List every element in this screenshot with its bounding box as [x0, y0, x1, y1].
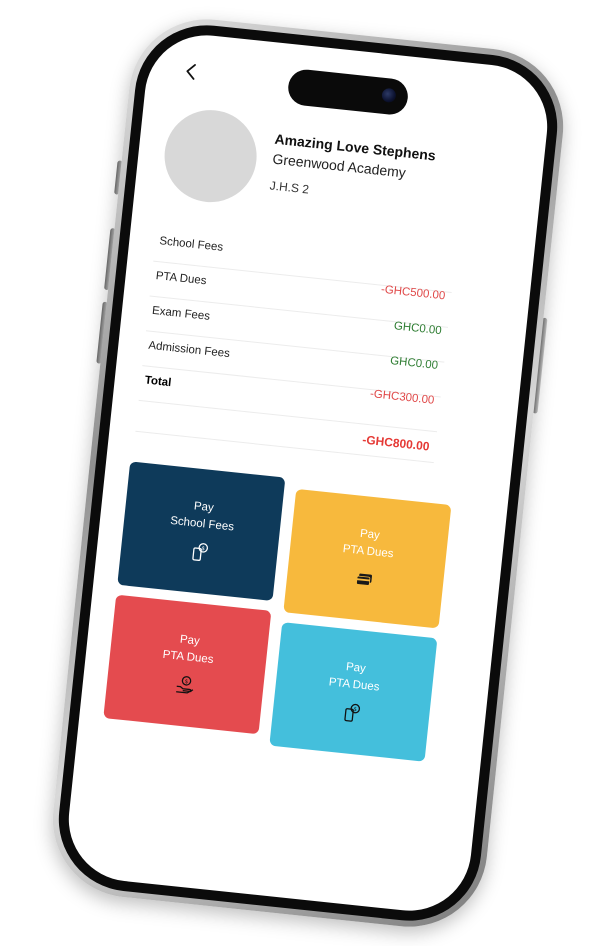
- credit-card-icon: [356, 573, 372, 586]
- pay-school-fees-button[interactable]: Pay School Fees $: [117, 461, 286, 601]
- phone-coin-icon: $: [344, 703, 361, 722]
- pay-pta-dues-button[interactable]: Pay PTA Dues: [283, 488, 452, 629]
- tile-line-1: Pay: [193, 500, 215, 515]
- total-label: Total: [144, 374, 172, 390]
- fee-label: Exam Fees: [151, 304, 211, 323]
- grand-total-amount: -GHC800.00: [361, 432, 431, 454]
- avatar: [160, 105, 262, 207]
- camera-icon: [381, 87, 397, 104]
- fees-list: School Fees PTA Dues -GHC500.00 Exam Fee…: [135, 226, 456, 464]
- back-button[interactable]: [176, 56, 207, 87]
- phone-device: Amazing Love Stephens Greenwood Academy …: [45, 11, 571, 935]
- tile-line-1: Pay: [179, 633, 201, 648]
- tile-line-2: PTA Dues: [342, 543, 395, 561]
- hand-coin-icon: $: [176, 676, 194, 694]
- tile-line-2: School Fees: [169, 514, 235, 534]
- student-profile: Amazing Love Stephens Greenwood Academy …: [158, 105, 528, 253]
- tile-line-2: PTA Dues: [328, 676, 381, 694]
- fee-label: PTA Dues: [155, 270, 208, 288]
- chevron-left-icon: [186, 64, 196, 80]
- pay-pta-dues-button[interactable]: Pay PTA Dues $: [269, 622, 438, 762]
- tile-line-1: Pay: [359, 527, 381, 542]
- dynamic-island: [286, 67, 410, 117]
- tile-line-2: PTA Dues: [162, 648, 215, 667]
- phone-coin-icon: $: [192, 543, 209, 561]
- stage: Amazing Love Stephens Greenwood Academy …: [0, 0, 615, 946]
- class-name: J.H.S 2: [269, 178, 310, 197]
- tile-line-1: Pay: [345, 661, 367, 676]
- pay-pta-dues-button[interactable]: Pay PTA Dues $: [103, 594, 272, 735]
- payment-actions: Pay School Fees $ Pay PTA Dues Pay PTA D…: [102, 461, 458, 764]
- fee-label: School Fees: [158, 235, 224, 254]
- fee-label: Admission Fees: [147, 339, 231, 361]
